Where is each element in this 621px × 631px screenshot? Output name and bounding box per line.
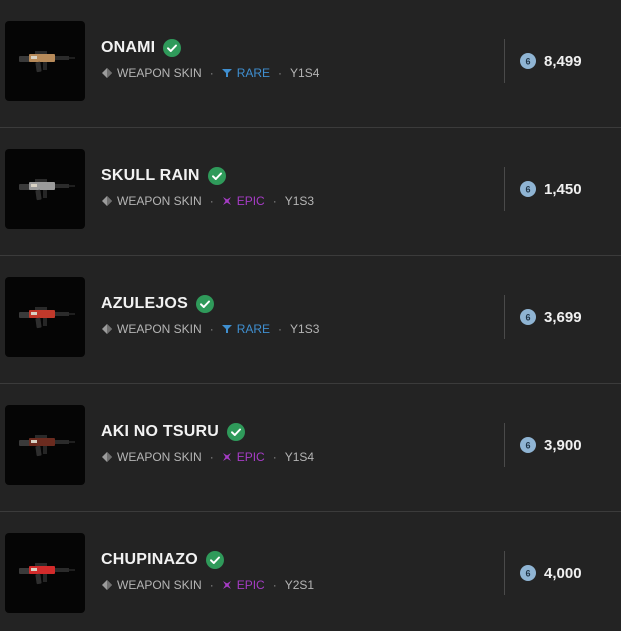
r6-credits-icon: 6: [520, 181, 536, 197]
separator-dot: ·: [209, 450, 214, 464]
epic-cross-icon: [222, 197, 231, 205]
separator-dot: ·: [272, 578, 277, 592]
price-divider: [504, 295, 505, 339]
rifle-icon: [19, 51, 75, 73]
separator-dot: ·: [272, 450, 277, 464]
weapon-thumbnail: [5, 149, 85, 229]
separator-dot: ·: [209, 322, 214, 336]
item-list: ONAMI WEAPON SKIN · RARE · Y1S4 6 8,499 …: [0, 0, 621, 631]
weapon-thumbnail: [5, 533, 85, 613]
price: 6 3,900: [520, 435, 582, 455]
weapon-thumbnail: [5, 277, 85, 357]
price-divider: [504, 551, 505, 595]
svg-text:6: 6: [525, 185, 530, 195]
check-circle-icon: [226, 423, 245, 441]
item-type: WEAPON SKIN: [117, 66, 202, 80]
rifle-icon: [19, 563, 75, 585]
price-value: 4,000: [544, 564, 582, 582]
check-circle-icon: [195, 295, 214, 313]
price: 6 1,450: [520, 179, 582, 199]
svg-text:6: 6: [525, 441, 530, 451]
separator-dot: ·: [209, 194, 214, 208]
rifle-icon: [19, 435, 75, 457]
weapon-thumbnail: [5, 21, 85, 101]
price-value: 1,450: [544, 180, 582, 198]
list-item[interactable]: AKI NO TSURU WEAPON SKIN · EPIC · Y1S4 6…: [0, 384, 621, 512]
item-type: WEAPON SKIN: [117, 322, 202, 336]
list-item[interactable]: AZULEJOS WEAPON SKIN · RARE · Y1S3 6 3,6…: [0, 256, 621, 384]
r6-credits-icon: 6: [520, 437, 536, 453]
price-value: 3,699: [544, 308, 582, 326]
item-type: WEAPON SKIN: [117, 194, 202, 208]
weapon-skin-icon: [102, 196, 112, 206]
item-type: WEAPON SKIN: [117, 450, 202, 464]
list-item[interactable]: SKULL RAIN WEAPON SKIN · EPIC · Y1S3 6 1…: [0, 128, 621, 256]
item-name: ONAMI: [101, 39, 156, 56]
rifle-icon: [19, 179, 75, 201]
price: 6 3,699: [520, 307, 582, 327]
rarity-label: EPIC: [236, 194, 265, 208]
separator-dot: ·: [209, 578, 214, 592]
weapon-skin-icon: [102, 68, 112, 78]
svg-text:6: 6: [525, 57, 530, 67]
price-value: 8,499: [544, 52, 582, 70]
epic-cross-icon: [222, 453, 231, 461]
rarity-badge: EPIC: [222, 578, 265, 592]
season-label: Y1S3: [290, 322, 320, 336]
svg-text:6: 6: [525, 313, 530, 323]
list-item[interactable]: ONAMI WEAPON SKIN · RARE · Y1S4 6 8,499: [0, 0, 621, 128]
season-label: Y1S4: [290, 66, 320, 80]
price-divider: [504, 167, 505, 211]
rarity-badge: RARE: [221, 322, 271, 336]
item-type: WEAPON SKIN: [117, 578, 202, 592]
r6-credits-icon: 6: [520, 565, 536, 581]
separator-dot: ·: [278, 66, 283, 80]
price-divider: [504, 39, 505, 83]
price-divider: [504, 423, 505, 467]
r6-credits-icon: 6: [520, 309, 536, 325]
rarity-label: RARE: [236, 322, 271, 336]
rarity-badge: EPIC: [222, 194, 265, 208]
price: 6 4,000: [520, 563, 582, 583]
rare-funnel-icon: [221, 325, 232, 333]
check-circle-icon: [205, 551, 224, 569]
price: 6 8,499: [520, 51, 582, 71]
season-label: Y1S3: [284, 194, 315, 208]
item-name: AZULEJOS: [101, 295, 188, 312]
weapon-skin-icon: [102, 452, 112, 462]
price-value: 3,900: [544, 436, 582, 454]
item-name: SKULL RAIN: [101, 167, 200, 184]
rarity-label: RARE: [236, 66, 271, 80]
check-circle-icon: [207, 167, 226, 185]
season-label: Y1S4: [284, 450, 315, 464]
season-label: Y2S1: [284, 578, 315, 592]
separator-dot: ·: [278, 322, 283, 336]
epic-cross-icon: [222, 581, 231, 589]
item-name: AKI NO TSURU: [101, 423, 219, 440]
rarity-label: EPIC: [236, 578, 265, 592]
svg-text:6: 6: [525, 569, 530, 579]
rifle-icon: [19, 307, 75, 329]
separator-dot: ·: [209, 66, 214, 80]
list-item[interactable]: CHUPINAZO WEAPON SKIN · EPIC · Y2S1 6 4,…: [0, 512, 621, 631]
weapon-thumbnail: [5, 405, 85, 485]
check-circle-icon: [163, 39, 182, 57]
item-name: CHUPINAZO: [101, 551, 198, 568]
r6-credits-icon: 6: [520, 53, 536, 69]
rarity-badge: EPIC: [222, 450, 265, 464]
weapon-skin-icon: [102, 324, 112, 334]
weapon-skin-icon: [102, 580, 112, 590]
rarity-badge: RARE: [221, 66, 271, 80]
separator-dot: ·: [272, 194, 277, 208]
rarity-label: EPIC: [236, 450, 265, 464]
rare-funnel-icon: [221, 69, 232, 77]
